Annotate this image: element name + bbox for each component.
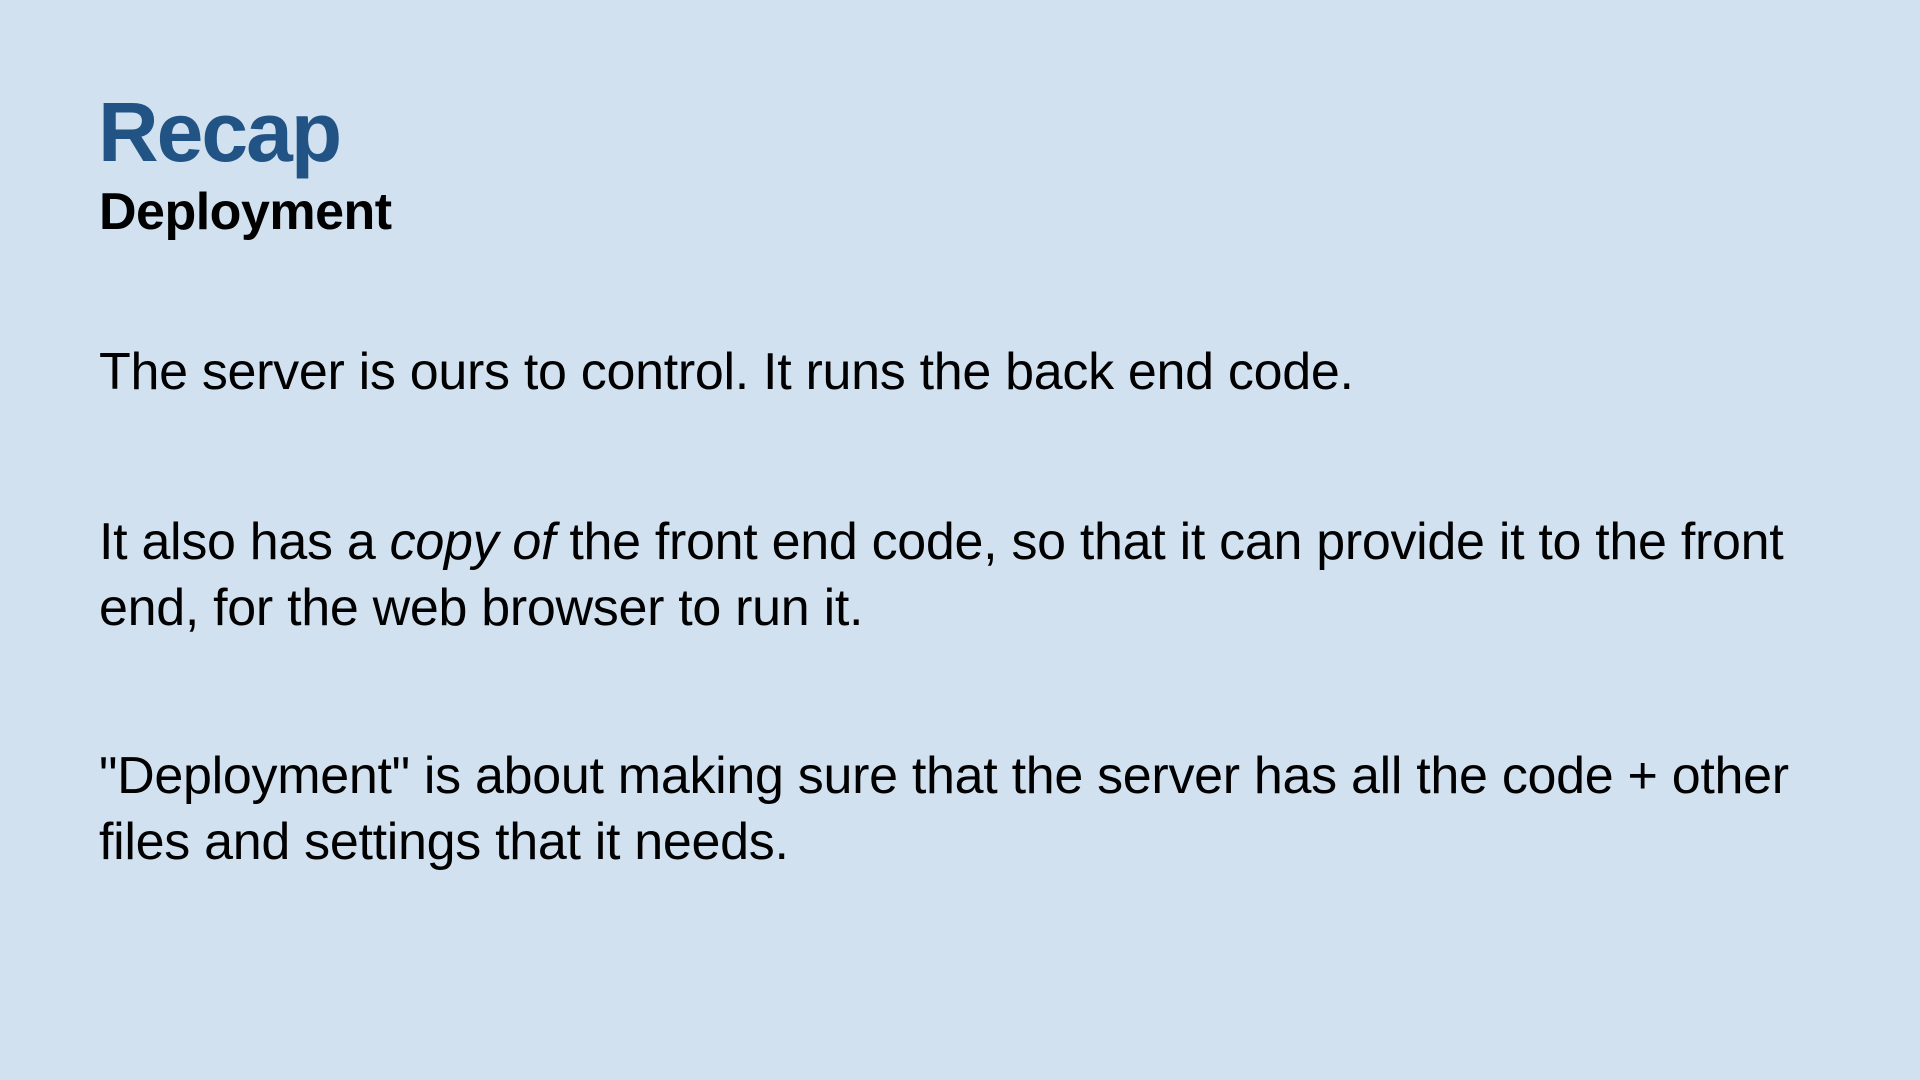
- paragraph-server-control: The server is ours to control. It runs t…: [99, 343, 1354, 401]
- emphasis-copy-of: copy of: [389, 513, 556, 571]
- paragraph-deployment-definition: "Deployment" is about making sure that t…: [99, 747, 1789, 871]
- paragraph-front-end-copy: It also has a copy of the front end code…: [99, 509, 1819, 641]
- slide-subtitle: Deployment: [99, 183, 392, 241]
- slide: Recap Deployment The server is ours to c…: [0, 0, 1920, 1080]
- paragraph-front-end-copy-start: It also has a: [99, 513, 390, 571]
- slide-title: Recap: [98, 85, 342, 179]
